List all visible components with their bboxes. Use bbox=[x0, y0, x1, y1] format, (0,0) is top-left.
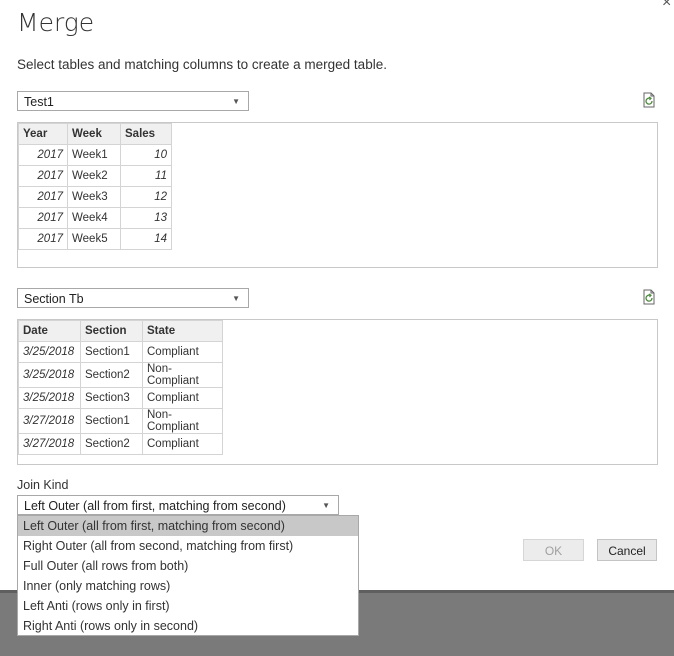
refresh-icon[interactable] bbox=[641, 289, 657, 305]
table-cell: 3/27/2018 bbox=[18, 433, 81, 455]
table1-preview: Year Week Sales 2017 Week1 10 2017 Week2… bbox=[17, 122, 658, 268]
join-option-left-outer[interactable]: Left Outer (all from first, matching fro… bbox=[18, 516, 358, 536]
join-option-left-anti[interactable]: Left Anti (rows only in first) bbox=[18, 596, 358, 616]
table-cell: Section1 bbox=[80, 408, 143, 434]
column-header[interactable]: Section bbox=[80, 320, 143, 342]
table1-grid: Year Week Sales 2017 Week1 10 2017 Week2… bbox=[18, 123, 172, 250]
chevron-down-icon: ▼ bbox=[322, 501, 330, 510]
join-kind-value: Left Outer (all from first, matching fro… bbox=[24, 499, 286, 513]
column-header[interactable]: State bbox=[142, 320, 223, 342]
table-cell: Section3 bbox=[80, 387, 143, 409]
table-cell: Week5 bbox=[67, 228, 121, 250]
chevron-down-icon: ▼ bbox=[232, 97, 240, 106]
table-row: 2017 Week3 12 bbox=[18, 186, 172, 208]
table-row: 3/25/2018 Section1 Compliant bbox=[18, 341, 223, 363]
column-header[interactable]: Year bbox=[18, 123, 68, 145]
table-row: 3/27/2018 Section2 Compliant bbox=[18, 433, 223, 455]
table-cell: 2017 bbox=[18, 165, 68, 187]
table-row: 2017 Week1 10 bbox=[18, 144, 172, 166]
table1-select-value: Test1 bbox=[24, 95, 54, 109]
table-row: 3/27/2018 Section1 Non-Compliant bbox=[18, 408, 223, 434]
table-cell: 3/27/2018 bbox=[18, 408, 81, 434]
table2-preview: Date Section State 3/25/2018 Section1 Co… bbox=[17, 319, 658, 465]
table-cell: 3/25/2018 bbox=[18, 362, 81, 388]
column-header[interactable]: Week bbox=[67, 123, 121, 145]
join-kind-select[interactable]: Left Outer (all from first, matching fro… bbox=[17, 495, 339, 515]
table-cell: Week2 bbox=[67, 165, 121, 187]
refresh-icon[interactable] bbox=[641, 92, 657, 108]
table-cell: 12 bbox=[120, 186, 172, 208]
table2-select[interactable]: Section Tb ▼ bbox=[17, 288, 249, 308]
table-cell: 2017 bbox=[18, 207, 68, 229]
table-cell: Week4 bbox=[67, 207, 121, 229]
table-cell: Compliant bbox=[142, 387, 223, 409]
table-cell: 3/25/2018 bbox=[18, 341, 81, 363]
table2-grid: Date Section State 3/25/2018 Section1 Co… bbox=[18, 320, 223, 455]
table-cell: Compliant bbox=[142, 433, 223, 455]
table-cell: 2017 bbox=[18, 186, 68, 208]
table-row: 3/25/2018 Section2 Non-Compliant bbox=[18, 362, 223, 388]
table-cell: 10 bbox=[120, 144, 172, 166]
join-option-right-outer[interactable]: Right Outer (all from second, matching f… bbox=[18, 536, 358, 556]
table1-select[interactable]: Test1 ▼ bbox=[17, 91, 249, 111]
join-option-full-outer[interactable]: Full Outer (all rows from both) bbox=[18, 556, 358, 576]
ok-button[interactable]: OK bbox=[523, 539, 584, 561]
dialog-subtitle: Select tables and matching columns to cr… bbox=[17, 57, 387, 72]
table-row: 3/25/2018 Section3 Compliant bbox=[18, 387, 223, 409]
table-cell: 13 bbox=[120, 207, 172, 229]
dialog-title: Merge bbox=[17, 8, 95, 37]
table-cell: Week3 bbox=[67, 186, 121, 208]
join-kind-dropdown-list: Left Outer (all from first, matching fro… bbox=[17, 515, 359, 636]
table-cell: Compliant bbox=[142, 341, 223, 363]
table-cell: 14 bbox=[120, 228, 172, 250]
column-header[interactable]: Sales bbox=[120, 123, 172, 145]
table2-select-value: Section Tb bbox=[24, 292, 84, 306]
table-cell: Non-Compliant bbox=[142, 408, 223, 434]
table-cell: Week1 bbox=[67, 144, 121, 166]
table-cell: 2017 bbox=[18, 228, 68, 250]
table-cell: Section1 bbox=[80, 341, 143, 363]
cancel-button[interactable]: Cancel bbox=[597, 539, 657, 561]
join-option-inner[interactable]: Inner (only matching rows) bbox=[18, 576, 358, 596]
table-cell: 11 bbox=[120, 165, 172, 187]
join-option-right-anti[interactable]: Right Anti (rows only in second) bbox=[18, 616, 358, 636]
table-cell: Non-Compliant bbox=[142, 362, 223, 388]
chevron-down-icon: ▼ bbox=[232, 294, 240, 303]
table-cell: Section2 bbox=[80, 433, 143, 455]
table-row: 2017 Week2 11 bbox=[18, 165, 172, 187]
table-cell: 2017 bbox=[18, 144, 68, 166]
column-header[interactable]: Date bbox=[18, 320, 81, 342]
close-icon[interactable]: × bbox=[662, 0, 671, 12]
table-cell: 3/25/2018 bbox=[18, 387, 81, 409]
table-row: 2017 Week4 13 bbox=[18, 207, 172, 229]
table-cell: Section2 bbox=[80, 362, 143, 388]
table-row: 2017 Week5 14 bbox=[18, 228, 172, 250]
join-kind-label: Join Kind bbox=[17, 478, 69, 492]
